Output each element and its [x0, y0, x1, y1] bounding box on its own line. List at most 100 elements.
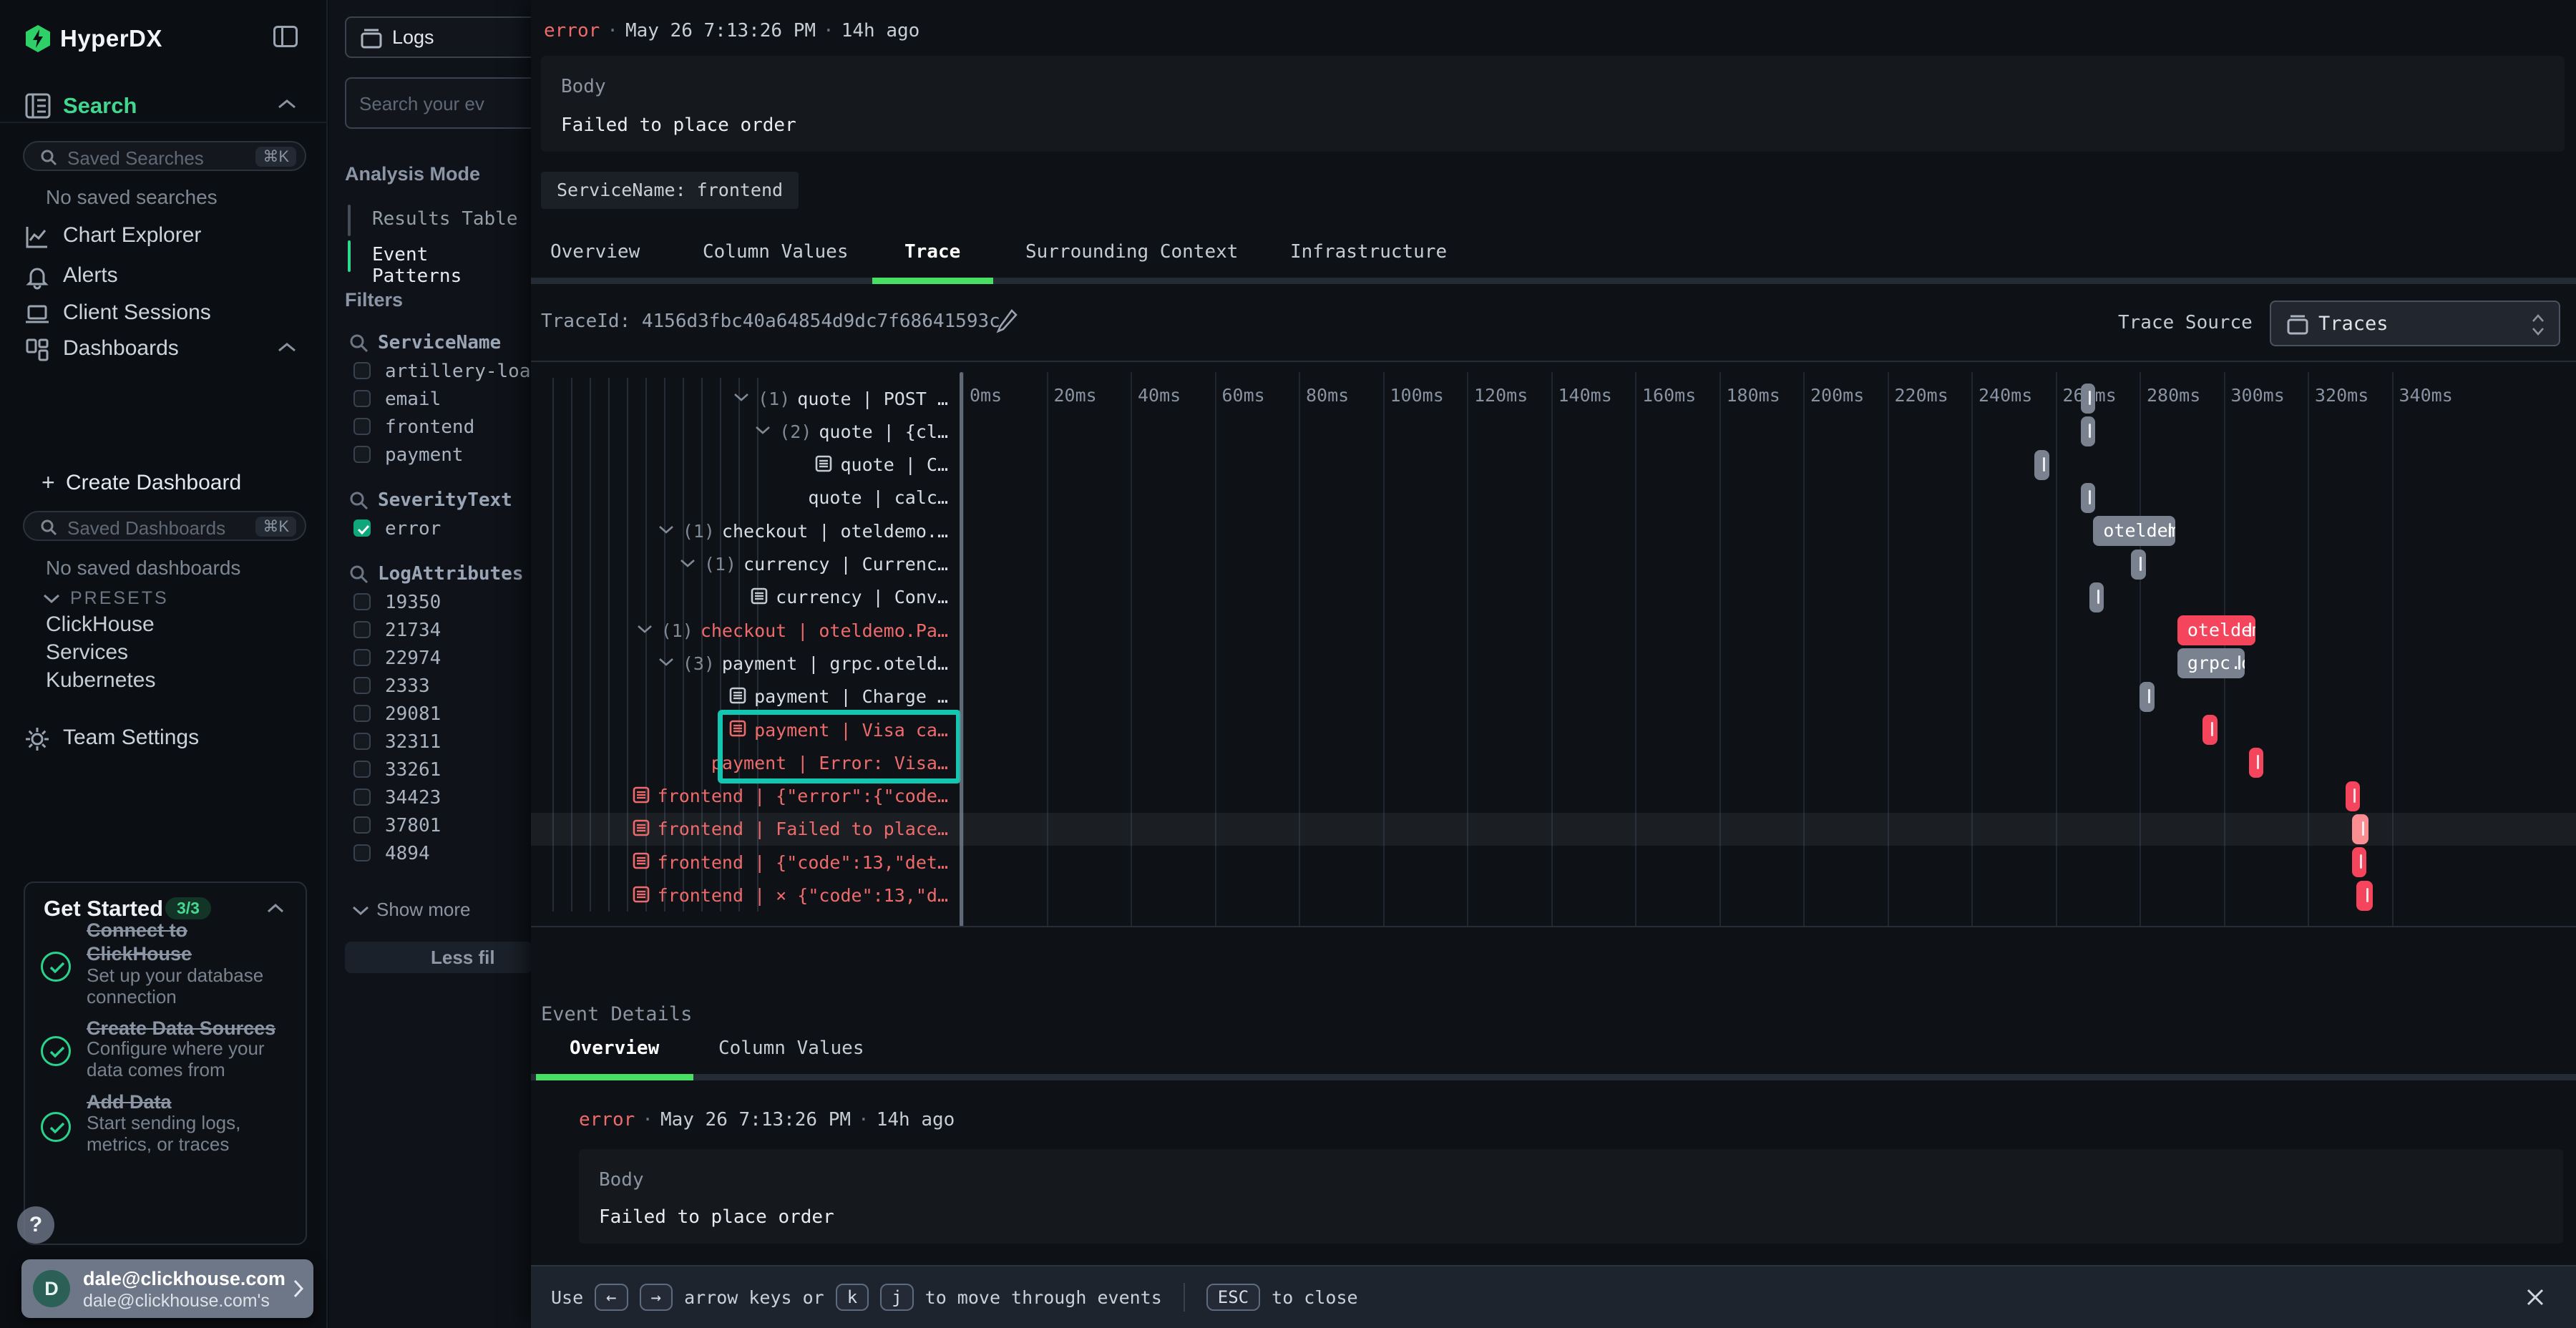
filter-option-32311[interactable]: 32311: [353, 731, 530, 757]
tab-column-values[interactable]: Column Values: [718, 1038, 864, 1059]
less-filters-button[interactable]: Less fil: [345, 942, 532, 973]
filter-option-payment[interactable]: payment: [353, 444, 530, 470]
tree-row[interactable]: quote | C…: [814, 449, 948, 482]
sidebar-item-chart-explorer[interactable]: Chart Explorer: [0, 219, 328, 253]
checkbox-icon[interactable]: [353, 705, 371, 722]
chevron-down-icon[interactable]: [657, 656, 675, 670]
span-bar[interactable]: [2249, 748, 2264, 778]
create-dashboard-button[interactable]: + Create Dashboard: [0, 467, 328, 498]
checkbox-icon[interactable]: [353, 593, 371, 610]
chevron-down-icon[interactable]: [753, 424, 772, 439]
span-bar[interactable]: [2081, 416, 2096, 446]
checkbox-icon[interactable]: [353, 446, 371, 463]
sidebar-item-dashboards[interactable]: Dashboards: [0, 332, 328, 366]
filter-option-34423[interactable]: 34423: [353, 787, 530, 813]
filter-option-error[interactable]: error: [353, 518, 530, 544]
checkbox-icon[interactable]: [353, 788, 371, 806]
edit-pencil-icon[interactable]: [995, 306, 1020, 335]
checkbox-icon[interactable]: [353, 677, 371, 694]
tree-row[interactable]: (1)quote | POST …: [732, 382, 948, 415]
filter-option-19350[interactable]: 19350: [353, 592, 530, 617]
span-bar[interactable]: [2352, 847, 2367, 877]
span-bar[interactable]: grpc.o: [2177, 648, 2245, 678]
filter-option-29081[interactable]: 29081: [353, 703, 530, 729]
checkbox-icon[interactable]: [353, 844, 371, 861]
span-bar[interactable]: oteldem: [2177, 615, 2255, 645]
span-bar[interactable]: [2089, 582, 2104, 612]
chevron-up-icon[interactable]: [265, 902, 286, 914]
filter-option-22974[interactable]: 22974: [353, 648, 530, 673]
span-bar[interactable]: [2202, 715, 2218, 745]
tree-row[interactable]: frontend | × {"code":13,"d…: [632, 879, 948, 912]
checkbox-icon[interactable]: [353, 362, 371, 379]
sidebar-item-client-sessions[interactable]: Client Sessions: [0, 296, 328, 331]
filter-option-21734[interactable]: 21734: [353, 620, 530, 645]
tab-surrounding-context[interactable]: Surrounding Context: [1025, 241, 1238, 263]
tree-row[interactable]: (1)currency | Currenc…: [678, 548, 948, 581]
tree-row[interactable]: frontend | {"error":{"code…: [632, 780, 948, 813]
checkbox-icon[interactable]: [353, 390, 371, 407]
tree-chart-divider[interactable]: [960, 372, 963, 927]
span-bar[interactable]: [2034, 450, 2049, 480]
tree-row[interactable]: (3)payment | grpc.oteld…: [657, 647, 948, 680]
tree-row[interactable]: (1)checkout | oteldemo.Pa…: [635, 614, 948, 647]
tree-row[interactable]: frontend | Failed to place…: [632, 813, 948, 846]
tree-row[interactable]: payment | Charge …: [728, 680, 948, 713]
tree-row[interactable]: currency | Conv…: [750, 581, 948, 614]
tab-overview[interactable]: Overview: [570, 1038, 659, 1059]
tree-row[interactable]: frontend | {"code":13,"det…: [632, 846, 948, 879]
checkbox-checked-icon[interactable]: [353, 519, 371, 537]
chevron-down-icon[interactable]: [657, 524, 675, 538]
filter-option-4894[interactable]: 4894: [353, 843, 530, 869]
span-bar[interactable]: [2081, 483, 2096, 513]
tab-infrastructure[interactable]: Infrastructure: [1290, 241, 1447, 263]
help-button[interactable]: ?: [17, 1206, 54, 1244]
service-name-chip[interactable]: ServiceName: frontend: [541, 172, 799, 209]
tab-overview[interactable]: Overview: [550, 241, 640, 263]
source-select[interactable]: Logs: [345, 16, 560, 58]
filter-option-email[interactable]: email: [353, 389, 530, 414]
event-search-input[interactable]: Search your ev: [345, 77, 560, 129]
filter-option-frontend[interactable]: frontend: [353, 416, 530, 442]
chevron-down-icon[interactable]: [678, 557, 697, 572]
checkbox-icon[interactable]: [353, 418, 371, 435]
span-bar[interactable]: [2081, 384, 2096, 414]
saved-dashboards-input[interactable]: Saved Dashboards ⌘K: [23, 511, 306, 541]
checkbox-icon[interactable]: [353, 733, 371, 750]
presets-toggle[interactable]: PRESETS: [42, 587, 313, 612]
filter-option-2333[interactable]: 2333: [353, 675, 530, 701]
tree-row[interactable]: quote | calc…: [808, 482, 948, 514]
span-bar[interactable]: [2346, 781, 2361, 811]
sidebar-item-clickhouse[interactable]: ClickHouse: [46, 612, 260, 641]
span-bar[interactable]: [2356, 881, 2373, 911]
analysis-mode-event-patterns[interactable]: Event Patterns: [348, 242, 527, 270]
tab-trace[interactable]: Trace: [904, 241, 960, 263]
saved-searches-input[interactable]: Saved Searches ⌘K: [23, 141, 306, 171]
sidebar-item-search[interactable]: Search: [0, 92, 328, 122]
sidebar-item-team-settings[interactable]: Team Settings: [0, 721, 328, 756]
sidebar-item-alerts[interactable]: Alerts: [0, 259, 328, 293]
chevron-down-icon[interactable]: [635, 623, 654, 638]
span-bar[interactable]: oteldem: [2093, 516, 2175, 546]
tree-row[interactable]: (1)checkout | oteldemo.…: [657, 514, 948, 547]
sidebar-item-kubernetes[interactable]: Kubernetes: [46, 668, 260, 697]
span-bar[interactable]: [2352, 814, 2369, 844]
span-bar[interactable]: [2131, 550, 2146, 580]
sidebar-item-services[interactable]: Services: [46, 640, 260, 669]
tree-row[interactable]: (2)quote | {cl…: [753, 415, 948, 448]
checkbox-icon[interactable]: [353, 621, 371, 638]
filter-option-33261[interactable]: 33261: [353, 759, 530, 785]
analysis-mode-results-table[interactable]: Results Table: [348, 206, 527, 235]
trace-source-select[interactable]: Traces: [2270, 301, 2560, 346]
chevron-down-icon[interactable]: [732, 391, 751, 406]
show-more-button[interactable]: Show more: [351, 899, 522, 923]
checkbox-icon[interactable]: [353, 649, 371, 666]
checkbox-icon[interactable]: [353, 761, 371, 778]
filter-option-artillery-loa[interactable]: artillery-loa: [353, 361, 530, 386]
filter-option-37801[interactable]: 37801: [353, 815, 530, 841]
user-menu[interactable]: D dale@clickhouse.com dale@clickhouse.co…: [21, 1259, 313, 1318]
span-bar[interactable]: [2140, 682, 2155, 712]
sidebar-collapse-icon[interactable]: [273, 26, 298, 47]
tab-column-values[interactable]: Column Values: [703, 241, 849, 263]
checkbox-icon[interactable]: [353, 816, 371, 834]
